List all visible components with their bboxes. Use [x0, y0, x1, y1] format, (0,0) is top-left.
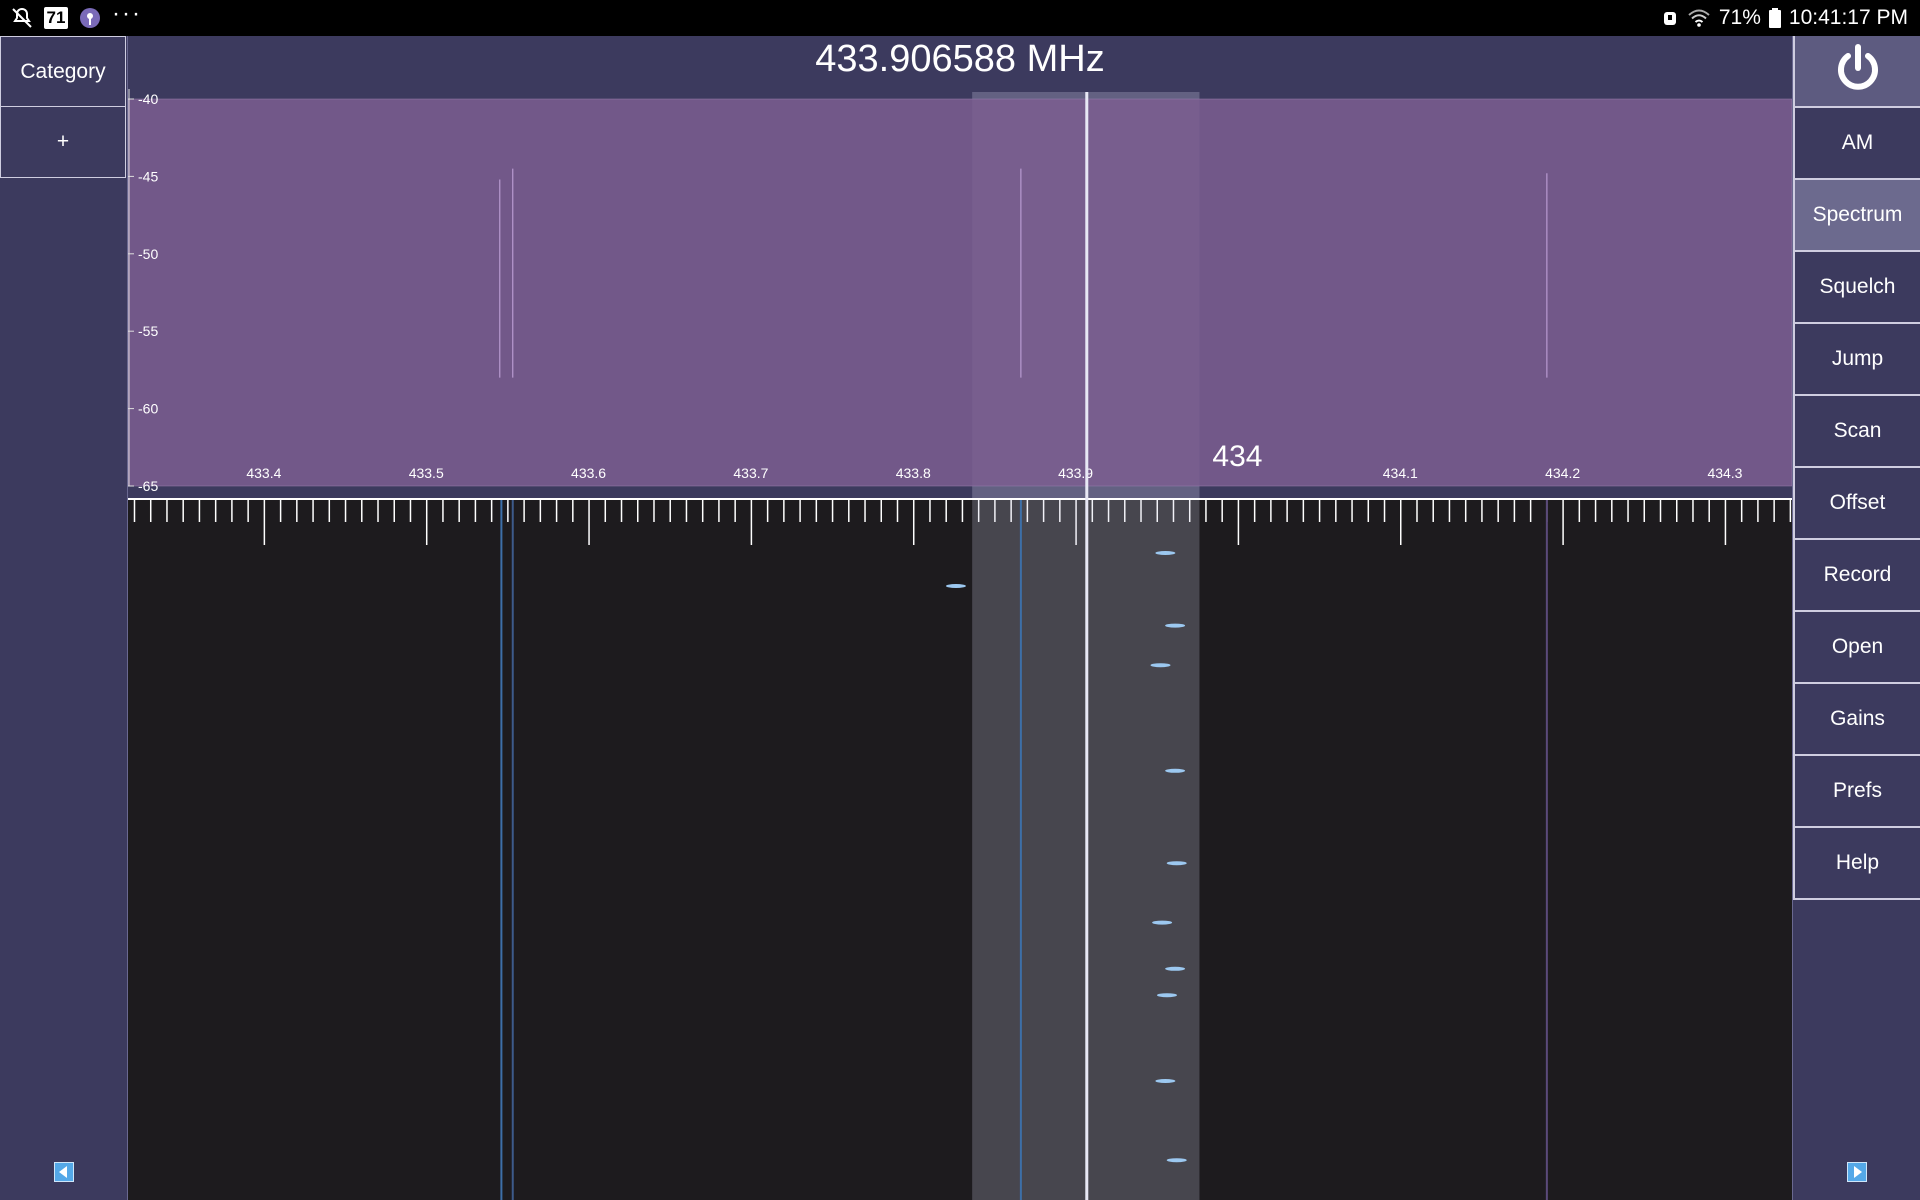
x-tick-label: 433.4 [246, 465, 281, 481]
power-icon [1832, 42, 1884, 100]
y-tick-label: -50 [138, 246, 158, 262]
y-tick-label: -45 [138, 168, 158, 184]
spectrum-chart: -40 -45 -50 -55 -60 -65 433.4 433.5 433.6 433.7 43… [128, 89, 1792, 500]
x-tick-label: 434.2 [1545, 465, 1580, 481]
badge-71-icon: 71 [44, 7, 68, 29]
spectrum-trace [128, 98, 1792, 487]
more-dots-icon[interactable]: ··· [112, 0, 142, 28]
waterfall-blip [1165, 966, 1186, 971]
waterfall-chart [133, 500, 1792, 1200]
right-panel: AM Spectrum Squelch Jump Scan Offset Record Ope… [1792, 36, 1920, 1200]
waterfall-blip [1166, 861, 1187, 866]
help-button[interactable]: Help [1793, 828, 1920, 900]
waterfall-blip [945, 584, 966, 588]
y-tick-label: -55 [138, 323, 158, 339]
am-button[interactable]: AM [1793, 108, 1920, 180]
spectrum-plot[interactable]: -40 -45 -50 -55 -60 -65 433.4 433.5 433.6 433.7 43… [128, 36, 1792, 500]
waterfall-blip [1156, 993, 1177, 998]
alarm-icon [1661, 8, 1679, 28]
x-tick-label: 433.5 [409, 465, 444, 481]
open-button[interactable]: Open [1793, 612, 1920, 684]
battery-icon [1768, 8, 1781, 28]
tuned-frequency-display[interactable]: 433.906588 MHz [128, 38, 1792, 81]
offset-button[interactable]: Offset [1793, 468, 1920, 540]
x-tick-label: 434.1 [1383, 465, 1418, 481]
clock-time: 10:41:17 PM [1788, 6, 1908, 29]
add-button[interactable]: + [0, 107, 126, 178]
gains-button[interactable]: Gains [1793, 684, 1920, 756]
category-button[interactable]: Category [0, 36, 126, 107]
status-bar: 71 ··· 71% 10:41:17 PM [0, 0, 1920, 36]
x-tick-label: 434.3 [1707, 465, 1742, 481]
waterfall-blip [1155, 551, 1176, 555]
arrow-left-icon[interactable] [54, 1162, 74, 1182]
waterfall-blip [1165, 623, 1186, 628]
prefs-button[interactable]: Prefs [1793, 756, 1920, 828]
jump-button[interactable]: Jump [1793, 324, 1920, 396]
x-tick-label: 433.6 [571, 465, 606, 481]
squelch-button[interactable]: Squelch [1793, 252, 1920, 324]
waterfall-blip [1166, 1158, 1187, 1163]
notifications-off-icon [10, 6, 34, 30]
y-tick-label: -65 [138, 478, 158, 494]
waterfall-blip [1155, 1079, 1176, 1083]
scan-button[interactable]: Scan [1793, 396, 1920, 468]
y-tick-label: -60 [138, 401, 158, 417]
x-tick-label: 434 [1212, 440, 1262, 473]
spectrum-button[interactable]: Spectrum [1793, 180, 1920, 252]
waterfall-blip [1150, 663, 1171, 668]
y-tick-label: -40 [138, 91, 158, 107]
x-tick-label: 433.7 [733, 465, 768, 481]
x-tick-label: 433.8 [896, 465, 931, 481]
battery-percent: 71% [1718, 6, 1761, 29]
waterfall-display[interactable] [128, 500, 1792, 1200]
waterfall-blip [1165, 768, 1186, 773]
power-button[interactable] [1793, 36, 1920, 108]
record-button[interactable]: Record [1793, 540, 1920, 612]
arrow-right-icon[interactable] [1847, 1162, 1867, 1182]
waterfall-blip [1152, 920, 1173, 925]
wifi-icon [1687, 8, 1711, 28]
left-panel: Category + [0, 36, 128, 1200]
podcast-icon [78, 6, 102, 30]
